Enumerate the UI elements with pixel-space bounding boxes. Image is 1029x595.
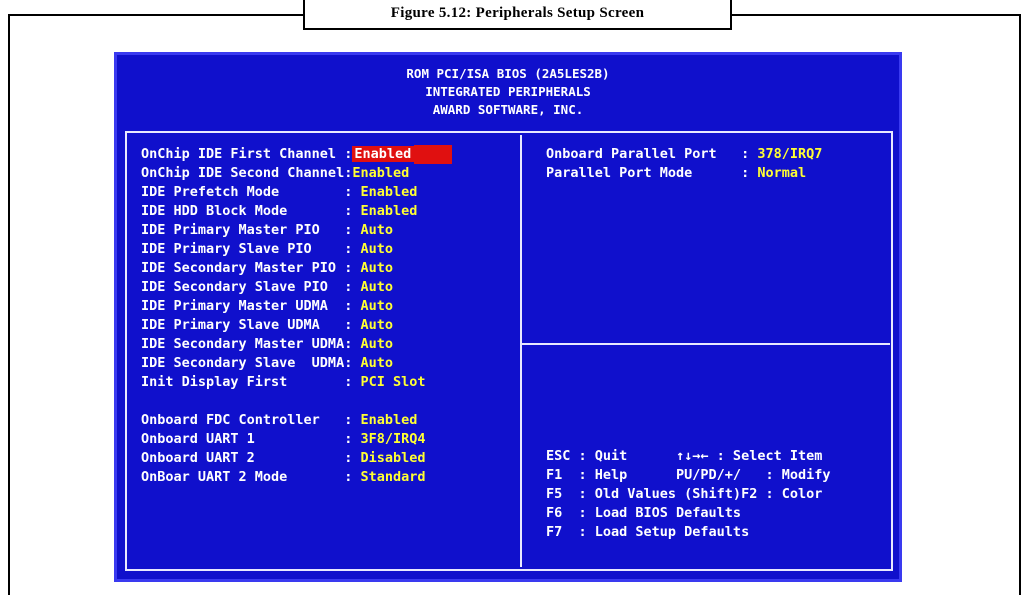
setting-value[interactable]: Enabled — [360, 203, 417, 219]
setting-row[interactable]: Onboard UART 2 : Disabled — [141, 449, 426, 468]
setting-row[interactable]: IDE Primary Master PIO : Auto — [141, 221, 393, 240]
setting-label: Onboard Parallel Port : — [546, 146, 750, 162]
setting-label: IDE Primary Master UDMA : — [141, 298, 353, 314]
setting-label: Init Display First : — [141, 374, 353, 390]
setting-label: OnChip IDE Second Channel: — [141, 165, 353, 181]
panel-divider-horizontal — [522, 343, 890, 345]
setting-row[interactable]: IDE Primary Slave PIO : Auto — [141, 240, 393, 259]
setting-value[interactable]: Normal — [757, 165, 806, 181]
setting-row[interactable]: IDE Secondary Slave UDMA: Auto — [141, 354, 393, 373]
setting-value[interactable]: 3F8/IRQ4 — [360, 431, 425, 447]
setting-label: IDE Secondary Master UDMA: — [141, 336, 353, 352]
figure-frame-right — [1019, 14, 1021, 595]
figure-caption-box: Figure 5.12: Peripherals Setup Screen — [303, 0, 732, 30]
help-line-f6: F6 : Load BIOS Defaults — [546, 505, 742, 521]
setting-value[interactable]: Auto — [360, 279, 393, 295]
setting-label: OnChip IDE First Channel : — [141, 146, 353, 162]
setting-row[interactable]: Onboard FDC Controller : Enabled — [141, 411, 417, 430]
setting-label: Onboard FDC Controller : — [141, 412, 353, 428]
setting-value[interactable]: Auto — [360, 355, 393, 371]
setting-row[interactable]: OnChip IDE Second Channel:Enabled — [141, 164, 409, 183]
setting-label: IDE Secondary Slave UDMA: — [141, 355, 353, 371]
setting-label: IDE Prefetch Mode : — [141, 184, 353, 200]
setting-row[interactable]: IDE Secondary Master UDMA: Auto — [141, 335, 393, 354]
setting-value[interactable]: PCI Slot — [360, 374, 425, 390]
setting-row[interactable]: Onboard Parallel Port : 378/IRQ7 — [546, 145, 822, 164]
setting-row[interactable]: IDE Primary Slave UDMA : Auto — [141, 316, 393, 335]
setting-row[interactable]: OnChip IDE First Channel : Enabled — [141, 145, 453, 164]
help-line-f5: F5 : Old Values (Shift)F2 : Color — [546, 486, 823, 502]
setting-row[interactable]: OnBoar UART 2 Mode : Standard — [141, 468, 426, 487]
setting-row[interactable]: IDE Secondary Slave PIO : Auto — [141, 278, 393, 297]
setting-value[interactable]: Auto — [360, 241, 393, 257]
setting-value[interactable]: Auto — [360, 222, 393, 238]
setting-label: Parallel Port Mode : — [546, 165, 750, 181]
panel-divider-vertical — [520, 135, 522, 567]
setting-row[interactable]: IDE Prefetch Mode : Enabled — [141, 183, 417, 202]
setting-value[interactable]: Enabled — [352, 165, 409, 181]
setting-value[interactable]: Auto — [360, 260, 393, 276]
bios-page-title: INTEGRATED PERIPHERALS — [425, 84, 591, 99]
selection-highlight — [414, 145, 453, 164]
setting-label: IDE Primary Master PIO : — [141, 222, 353, 238]
setting-label: IDE Primary Slave UDMA : — [141, 317, 353, 333]
setting-label: IDE HDD Block Mode : — [141, 203, 353, 219]
bios-header: ROM PCI/ISA BIOS (2A5LES2B) INTEGRATED P… — [117, 65, 899, 119]
setting-label: IDE Primary Slave PIO : — [141, 241, 353, 257]
setting-value[interactable]: Auto — [360, 336, 393, 352]
setting-label: Onboard UART 2 : — [141, 450, 353, 466]
setting-row[interactable]: Onboard UART 1 : 3F8/IRQ4 — [141, 430, 426, 449]
setting-row[interactable]: Parallel Port Mode : Normal — [546, 164, 806, 183]
setting-label: Onboard UART 1 : — [141, 431, 353, 447]
setting-row[interactable]: IDE HDD Block Mode : Enabled — [141, 202, 417, 221]
figure-caption: Figure 5.12: Peripherals Setup Screen — [390, 4, 645, 21]
bios-vendor: AWARD SOFTWARE, INC. — [432, 102, 584, 117]
setting-row[interactable]: IDE Secondary Master PIO : Auto — [141, 259, 393, 278]
bios-screen: ROM PCI/ISA BIOS (2A5LES2B) INTEGRATED P… — [114, 52, 902, 582]
setting-row[interactable]: IDE Primary Master UDMA : Auto — [141, 297, 393, 316]
setting-label: IDE Secondary Master PIO : — [141, 260, 353, 276]
figure-frame-left — [8, 14, 10, 595]
setting-row[interactable]: Init Display First : PCI Slot — [141, 373, 426, 392]
setting-value[interactable]: 378/IRQ7 — [757, 146, 822, 162]
setting-value[interactable]: Auto — [360, 298, 393, 314]
setting-value[interactable]: Enabled — [360, 412, 417, 428]
bios-title: ROM PCI/ISA BIOS (2A5LES2B) — [406, 66, 610, 81]
setting-value[interactable]: Disabled — [360, 450, 425, 466]
setting-value[interactable]: Auto — [360, 317, 393, 333]
setting-label: IDE Secondary Slave PIO : — [141, 279, 353, 295]
setting-value[interactable]: Enabled — [360, 184, 417, 200]
help-line-f1: F1 : Help PU/PD/+/ : Modify — [546, 467, 831, 483]
help-line-esc: ESC : Quit ↑↓→← : Select Item — [546, 448, 823, 464]
help-line-f7: F7 : Load Setup Defaults — [546, 524, 750, 540]
setting-value[interactable]: Standard — [360, 469, 425, 485]
setting-label: OnBoar UART 2 Mode : — [141, 469, 353, 485]
setting-value-selected[interactable]: Enabled — [352, 146, 416, 162]
